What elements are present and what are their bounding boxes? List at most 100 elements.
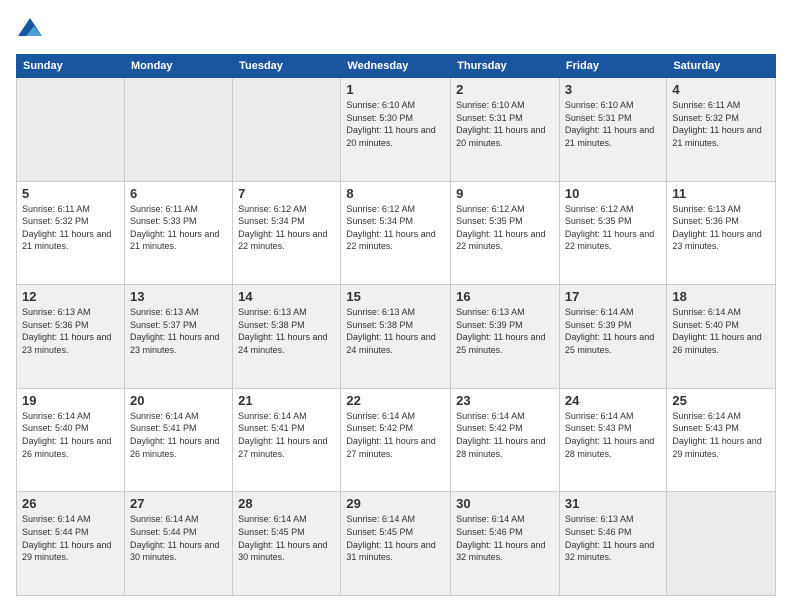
logo-icon <box>16 16 44 44</box>
calendar-cell <box>124 78 232 182</box>
calendar-cell: 22Sunrise: 6:14 AM Sunset: 5:42 PM Dayli… <box>341 388 451 492</box>
day-info: Sunrise: 6:14 AM Sunset: 5:43 PM Dayligh… <box>672 410 770 460</box>
day-info: Sunrise: 6:14 AM Sunset: 5:41 PM Dayligh… <box>238 410 335 460</box>
calendar-cell <box>233 78 341 182</box>
day-number: 13 <box>130 289 227 304</box>
calendar-cell: 7 Sunrise: 6:12 AM Sunset: 5:34 PM Daylig… <box>233 181 341 285</box>
day-number: 2 <box>456 82 554 97</box>
day-info: Sunrise: 6:12 AM Sunset: 5:34 PM Dayligh… <box>238 203 335 253</box>
day-number: 27 <box>130 496 227 511</box>
day-number: 19 <box>22 393 119 408</box>
day-info: Sunrise: 6:14 AM Sunset: 5:44 PM Dayligh… <box>130 513 227 563</box>
weekday-header-wednesday: Wednesday <box>341 55 451 78</box>
day-info: Sunrise: 6:14 AM Sunset: 5:42 PM Dayligh… <box>456 410 554 460</box>
calendar-cell: 17 Sunrise: 6:14 AM Sunset: 5:39 PM Dayli… <box>559 285 666 389</box>
day-number: 3 <box>565 82 661 97</box>
day-number: 14 <box>238 289 335 304</box>
calendar-cell: 5 Sunrise: 6:11 AM Sunset: 5:32 PM Daylig… <box>17 181 125 285</box>
calendar-cell: 3 Sunrise: 6:10 AM Sunset: 5:31 PM Daylig… <box>559 78 666 182</box>
calendar-cell: 24 Sunrise: 6:14 AM Sunset: 5:43 PM Dayli… <box>559 388 666 492</box>
day-info: Sunrise: 6:13 AM Sunset: 5:46 PM Dayligh… <box>565 513 661 563</box>
day-info: Sunrise: 6:13 AM Sunset: 5:36 PM Dayligh… <box>672 203 770 253</box>
day-number: 15 <box>346 289 445 304</box>
calendar-cell: 14Sunrise: 6:13 AM Sunset: 5:38 PM Dayli… <box>233 285 341 389</box>
day-info: Sunrise: 6:11 AM Sunset: 5:33 PM Dayligh… <box>130 203 227 253</box>
weekday-header-monday: Monday <box>124 55 232 78</box>
day-number: 16 <box>456 289 554 304</box>
weekday-header-sunday: Sunday <box>17 55 125 78</box>
day-number: 4 <box>672 82 770 97</box>
day-info: Sunrise: 6:11 AM Sunset: 5:32 PM Dayligh… <box>22 203 119 253</box>
page: SundayMondayTuesdayWednesdayThursdayFrid… <box>0 0 792 612</box>
day-number: 22 <box>346 393 445 408</box>
weekday-header-tuesday: Tuesday <box>233 55 341 78</box>
calendar-cell: 13 Sunrise: 6:13 AM Sunset: 5:37 PM Dayli… <box>124 285 232 389</box>
day-number: 20 <box>130 393 227 408</box>
day-number: 7 <box>238 186 335 201</box>
day-number: 10 <box>565 186 661 201</box>
calendar-cell: 8 Sunrise: 6:12 AM Sunset: 5:34 PM Daylig… <box>341 181 451 285</box>
logo <box>16 16 48 44</box>
calendar-table: SundayMondayTuesdayWednesdayThursdayFrid… <box>16 54 776 596</box>
day-number: 28 <box>238 496 335 511</box>
day-info: Sunrise: 6:13 AM Sunset: 5:38 PM Dayligh… <box>346 306 445 356</box>
day-info: Sunrise: 6:14 AM Sunset: 5:46 PM Dayligh… <box>456 513 554 563</box>
day-number: 11 <box>672 186 770 201</box>
day-number: 17 <box>565 289 661 304</box>
calendar-cell: 18 Sunrise: 6:14 AM Sunset: 5:40 PM Dayli… <box>667 285 776 389</box>
day-info: Sunrise: 6:10 AM Sunset: 5:30 PM Dayligh… <box>346 99 445 149</box>
day-number: 5 <box>22 186 119 201</box>
calendar-cell: 16 Sunrise: 6:13 AM Sunset: 5:39 PM Dayli… <box>451 285 560 389</box>
weekday-header-row: SundayMondayTuesdayWednesdayThursdayFrid… <box>17 55 776 78</box>
day-info: Sunrise: 6:14 AM Sunset: 5:41 PM Dayligh… <box>130 410 227 460</box>
header <box>16 16 776 44</box>
day-number: 24 <box>565 393 661 408</box>
day-info: Sunrise: 6:14 AM Sunset: 5:39 PM Dayligh… <box>565 306 661 356</box>
day-number: 29 <box>346 496 445 511</box>
day-info: Sunrise: 6:14 AM Sunset: 5:40 PM Dayligh… <box>672 306 770 356</box>
calendar-cell: 6 Sunrise: 6:11 AM Sunset: 5:33 PM Daylig… <box>124 181 232 285</box>
day-info: Sunrise: 6:14 AM Sunset: 5:43 PM Dayligh… <box>565 410 661 460</box>
day-number: 21 <box>238 393 335 408</box>
day-number: 26 <box>22 496 119 511</box>
day-number: 23 <box>456 393 554 408</box>
calendar-cell: 29Sunrise: 6:14 AM Sunset: 5:45 PM Dayli… <box>341 492 451 596</box>
day-info: Sunrise: 6:12 AM Sunset: 5:34 PM Dayligh… <box>346 203 445 253</box>
calendar-cell: 25 Sunrise: 6:14 AM Sunset: 5:43 PM Dayli… <box>667 388 776 492</box>
day-info: Sunrise: 6:13 AM Sunset: 5:37 PM Dayligh… <box>130 306 227 356</box>
calendar-cell: 2Sunrise: 6:10 AM Sunset: 5:31 PM Daylig… <box>451 78 560 182</box>
calendar-week-row: 12Sunrise: 6:13 AM Sunset: 5:36 PM Dayli… <box>17 285 776 389</box>
calendar-cell: 21 Sunrise: 6:14 AM Sunset: 5:41 PM Dayli… <box>233 388 341 492</box>
day-number: 6 <box>130 186 227 201</box>
day-info: Sunrise: 6:12 AM Sunset: 5:35 PM Dayligh… <box>565 203 661 253</box>
calendar-cell: 31 Sunrise: 6:13 AM Sunset: 5:46 PM Dayli… <box>559 492 666 596</box>
calendar-week-row: 5 Sunrise: 6:11 AM Sunset: 5:32 PM Daylig… <box>17 181 776 285</box>
day-info: Sunrise: 6:14 AM Sunset: 5:44 PM Dayligh… <box>22 513 119 563</box>
calendar-cell: 12Sunrise: 6:13 AM Sunset: 5:36 PM Dayli… <box>17 285 125 389</box>
day-info: Sunrise: 6:11 AM Sunset: 5:32 PM Dayligh… <box>672 99 770 149</box>
calendar-cell: 9 Sunrise: 6:12 AM Sunset: 5:35 PM Daylig… <box>451 181 560 285</box>
day-info: Sunrise: 6:14 AM Sunset: 5:40 PM Dayligh… <box>22 410 119 460</box>
calendar-cell: 1 Sunrise: 6:10 AM Sunset: 5:30 PM Daylig… <box>341 78 451 182</box>
calendar-cell <box>667 492 776 596</box>
day-number: 8 <box>346 186 445 201</box>
day-number: 12 <box>22 289 119 304</box>
day-number: 18 <box>672 289 770 304</box>
day-number: 1 <box>346 82 445 97</box>
day-number: 31 <box>565 496 661 511</box>
calendar-week-row: 26 Sunrise: 6:14 AM Sunset: 5:44 PM Dayli… <box>17 492 776 596</box>
day-number: 25 <box>672 393 770 408</box>
day-info: Sunrise: 6:12 AM Sunset: 5:35 PM Dayligh… <box>456 203 554 253</box>
day-info: Sunrise: 6:13 AM Sunset: 5:39 PM Dayligh… <box>456 306 554 356</box>
calendar-cell: 4 Sunrise: 6:11 AM Sunset: 5:32 PM Daylig… <box>667 78 776 182</box>
calendar-cell: 28Sunrise: 6:14 AM Sunset: 5:45 PM Dayli… <box>233 492 341 596</box>
calendar-cell: 11 Sunrise: 6:13 AM Sunset: 5:36 PM Dayli… <box>667 181 776 285</box>
day-number: 9 <box>456 186 554 201</box>
day-number: 30 <box>456 496 554 511</box>
calendar-cell: 30 Sunrise: 6:14 AM Sunset: 5:46 PM Dayli… <box>451 492 560 596</box>
calendar-week-row: 19 Sunrise: 6:14 AM Sunset: 5:40 PM Dayli… <box>17 388 776 492</box>
calendar-cell: 27 Sunrise: 6:14 AM Sunset: 5:44 PM Dayli… <box>124 492 232 596</box>
weekday-header-friday: Friday <box>559 55 666 78</box>
day-info: Sunrise: 6:10 AM Sunset: 5:31 PM Dayligh… <box>565 99 661 149</box>
calendar-cell: 23 Sunrise: 6:14 AM Sunset: 5:42 PM Dayli… <box>451 388 560 492</box>
